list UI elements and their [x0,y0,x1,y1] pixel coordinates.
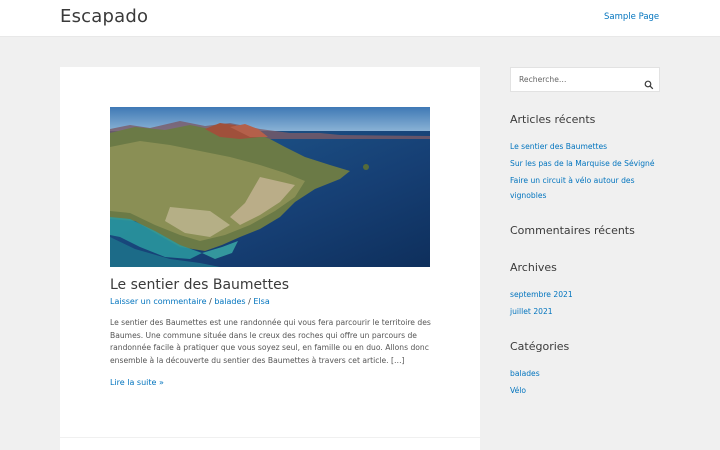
category-link-balades[interactable]: balades [510,366,665,381]
search-icon[interactable] [644,75,654,90]
recent-posts-title: Articles récents [510,113,596,126]
search-input[interactable] [511,68,636,91]
recent-post-link[interactable]: Sur les pas de la Marquise de Sévigné [510,156,665,171]
next-post-card [60,438,480,450]
archive-link[interactable]: juillet 2021 [510,304,665,319]
comment-link[interactable]: Laisser un commentaire [110,297,207,306]
post-title-link[interactable]: Le sentier des Baumettes [110,277,289,293]
recent-post-link[interactable]: Faire un circuit à vélo autour des vigno… [510,173,665,203]
site-title-link[interactable]: Escapado [60,6,148,27]
category-link[interactable]: balades [214,297,245,306]
search-form [510,67,660,92]
categories-title: Catégories [510,340,570,353]
post-meta: Laisser un commentaire / balades / Elsa [110,297,270,306]
archives-title: Archives [510,261,557,274]
recent-comments-title: Commentaires récents [510,224,635,237]
read-more-link[interactable]: Lire la suite » [110,378,164,387]
category-link-velo[interactable]: Vélo [510,383,665,398]
featured-image[interactable] [110,107,430,267]
post-excerpt: Le sentier des Baumettes est une randonn… [110,318,431,365]
author-link[interactable]: Elsa [253,297,269,306]
nav-link-sample-page[interactable]: Sample Page [604,12,659,22]
recent-post-link[interactable]: Le sentier des Baumettes [510,139,665,154]
archive-link[interactable]: septembre 2021 [510,287,665,302]
post-card: Le sentier des Baumettes Laisser un comm… [60,67,480,437]
site-header: Escapado Sample Page [0,0,720,37]
